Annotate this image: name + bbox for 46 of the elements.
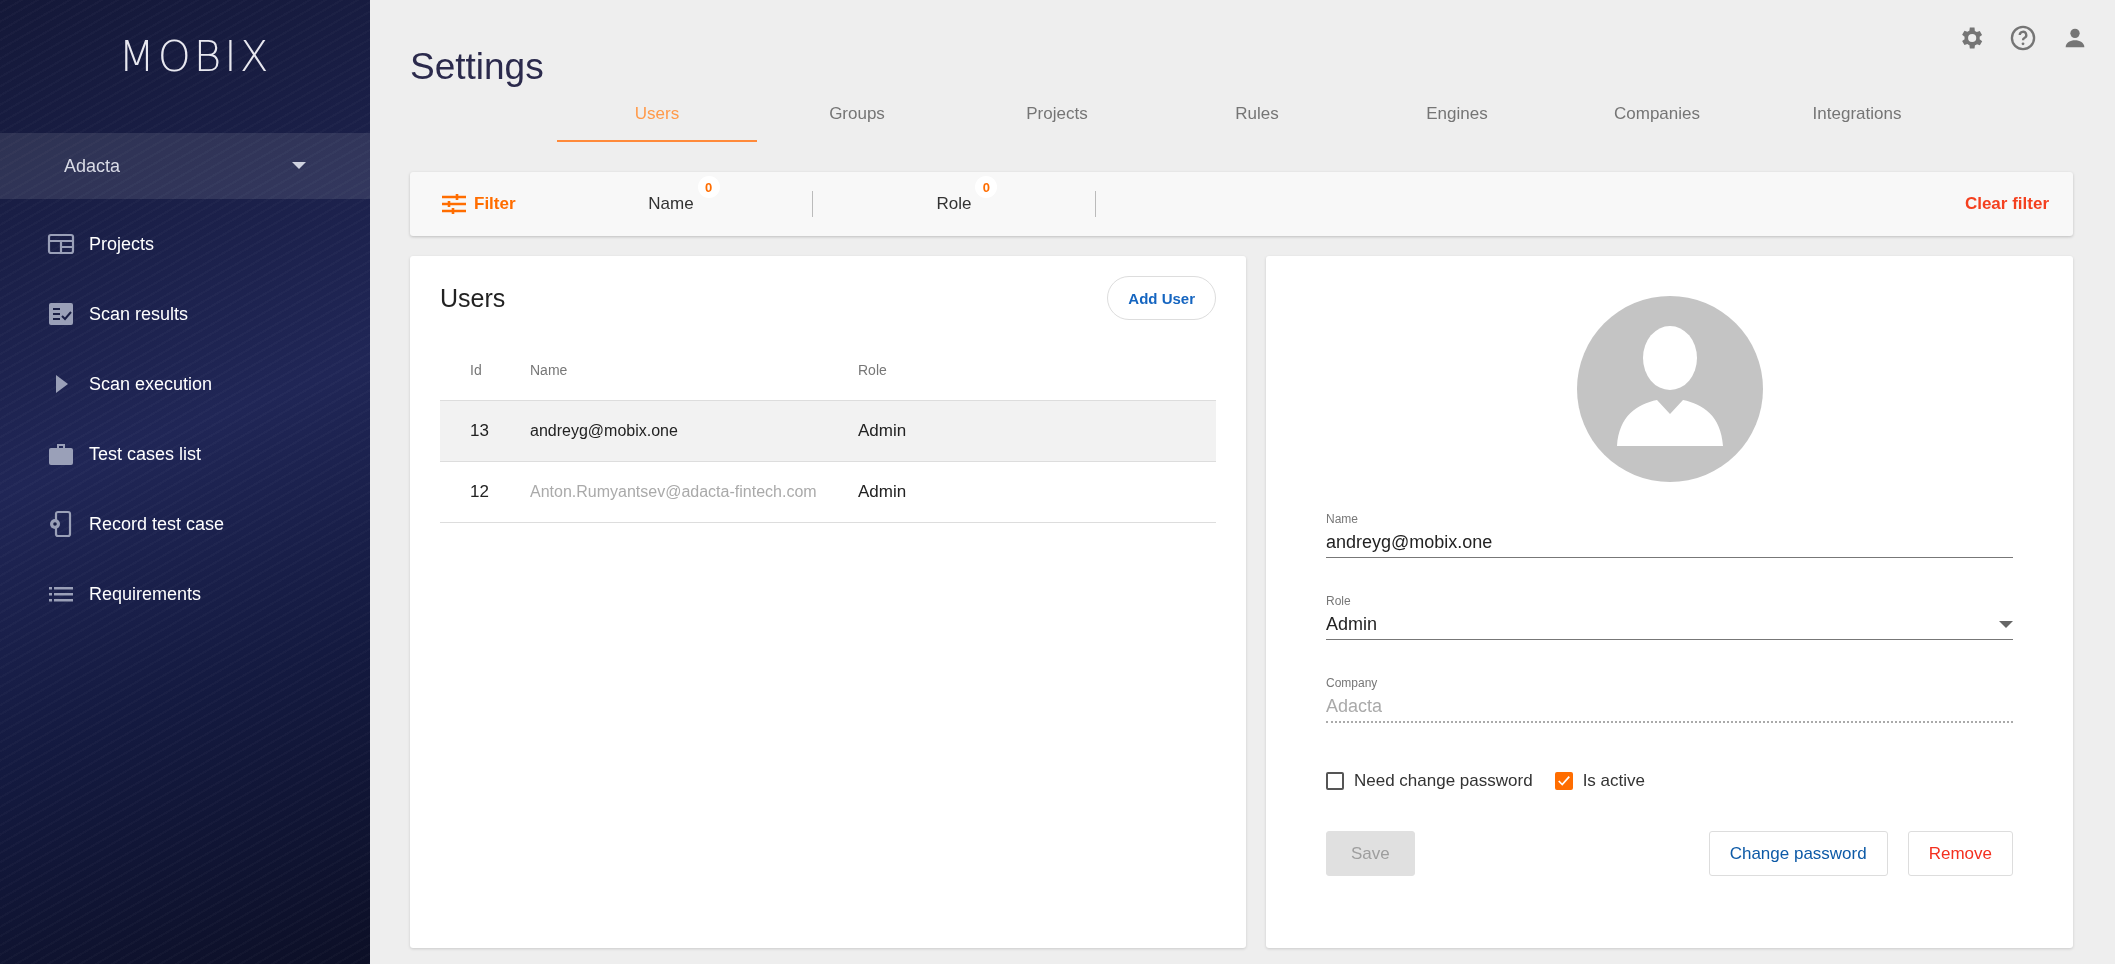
checkbox-label: Need change password — [1354, 771, 1533, 791]
table-cell-text: 13 — [469, 421, 490, 441]
checkbox[interactable] — [1554, 772, 1573, 790]
filter-field-label[interactable]: Name — [648, 194, 694, 213]
table-row[interactable]: 12 Anton.Rumyantsev@adacta-fintech.com Admin — [440, 462, 1216, 523]
column-header: Id — [469, 362, 483, 378]
checkbox-label: Is active — [1582, 771, 1645, 791]
table-row[interactable]: 13 andreyg@mobix.one Admin — [440, 401, 1216, 462]
help-icon[interactable] — [2009, 24, 2037, 52]
caret-icon — [292, 162, 306, 170]
tab[interactable]: Groups — [757, 94, 957, 142]
company-dropdown[interactable]: Adacta — [0, 133, 370, 199]
form-field[interactable]: Name andreyg@mobix.one — [1326, 512, 2013, 558]
caret-icon — [1999, 620, 2013, 629]
count-badge: 0 — [697, 176, 720, 198]
clear-filter-link[interactable]: Clear filter — [1964, 194, 2049, 214]
tab[interactable]: Rules — [1157, 94, 1357, 142]
table-cell-text: Anton.Rumyantsev@adacta-fintech.com — [530, 483, 818, 501]
tab[interactable]: Engines — [1357, 94, 1557, 142]
nav-item[interactable]: Requirements — [0, 559, 370, 629]
table-cell-text: andreyg@mobix.one — [530, 422, 679, 440]
nav-item[interactable]: Projects — [0, 209, 370, 279]
nav-item[interactable]: Test cases list — [0, 419, 370, 489]
nav-item[interactable]: Scan results — [0, 279, 370, 349]
column-header: Role — [858, 362, 888, 378]
count-badge: 0 — [975, 176, 998, 198]
add-user-button[interactable]: Add User — [1107, 276, 1216, 320]
page-title: Settings — [410, 46, 544, 88]
remove-button[interactable]: Remove — [1907, 831, 2013, 876]
form-field[interactable]: Role Admin — [1326, 594, 2013, 640]
tab[interactable]: Projects — [957, 94, 1157, 142]
checkbox[interactable] — [1326, 772, 1344, 790]
checklist-icon — [47, 300, 75, 328]
app-logo: MOBIX — [117, 32, 273, 81]
change-button[interactable]: Change password — [1708, 831, 1888, 876]
table-cell-text: 12 — [469, 482, 490, 502]
tab[interactable]: Integrations — [1757, 94, 1957, 142]
column-header: Name — [530, 362, 569, 378]
table-cell-text: Admin — [858, 421, 908, 441]
table-cell-text: Admin — [858, 482, 908, 502]
filter-field-label[interactable]: Role — [936, 194, 972, 213]
card-title: Users — [440, 283, 506, 313]
nav-item[interactable]: Scan execution — [0, 349, 370, 419]
tab[interactable]: Companies — [1557, 94, 1757, 142]
nav-item[interactable]: Record test case — [0, 489, 370, 559]
sliders-icon — [442, 194, 466, 214]
